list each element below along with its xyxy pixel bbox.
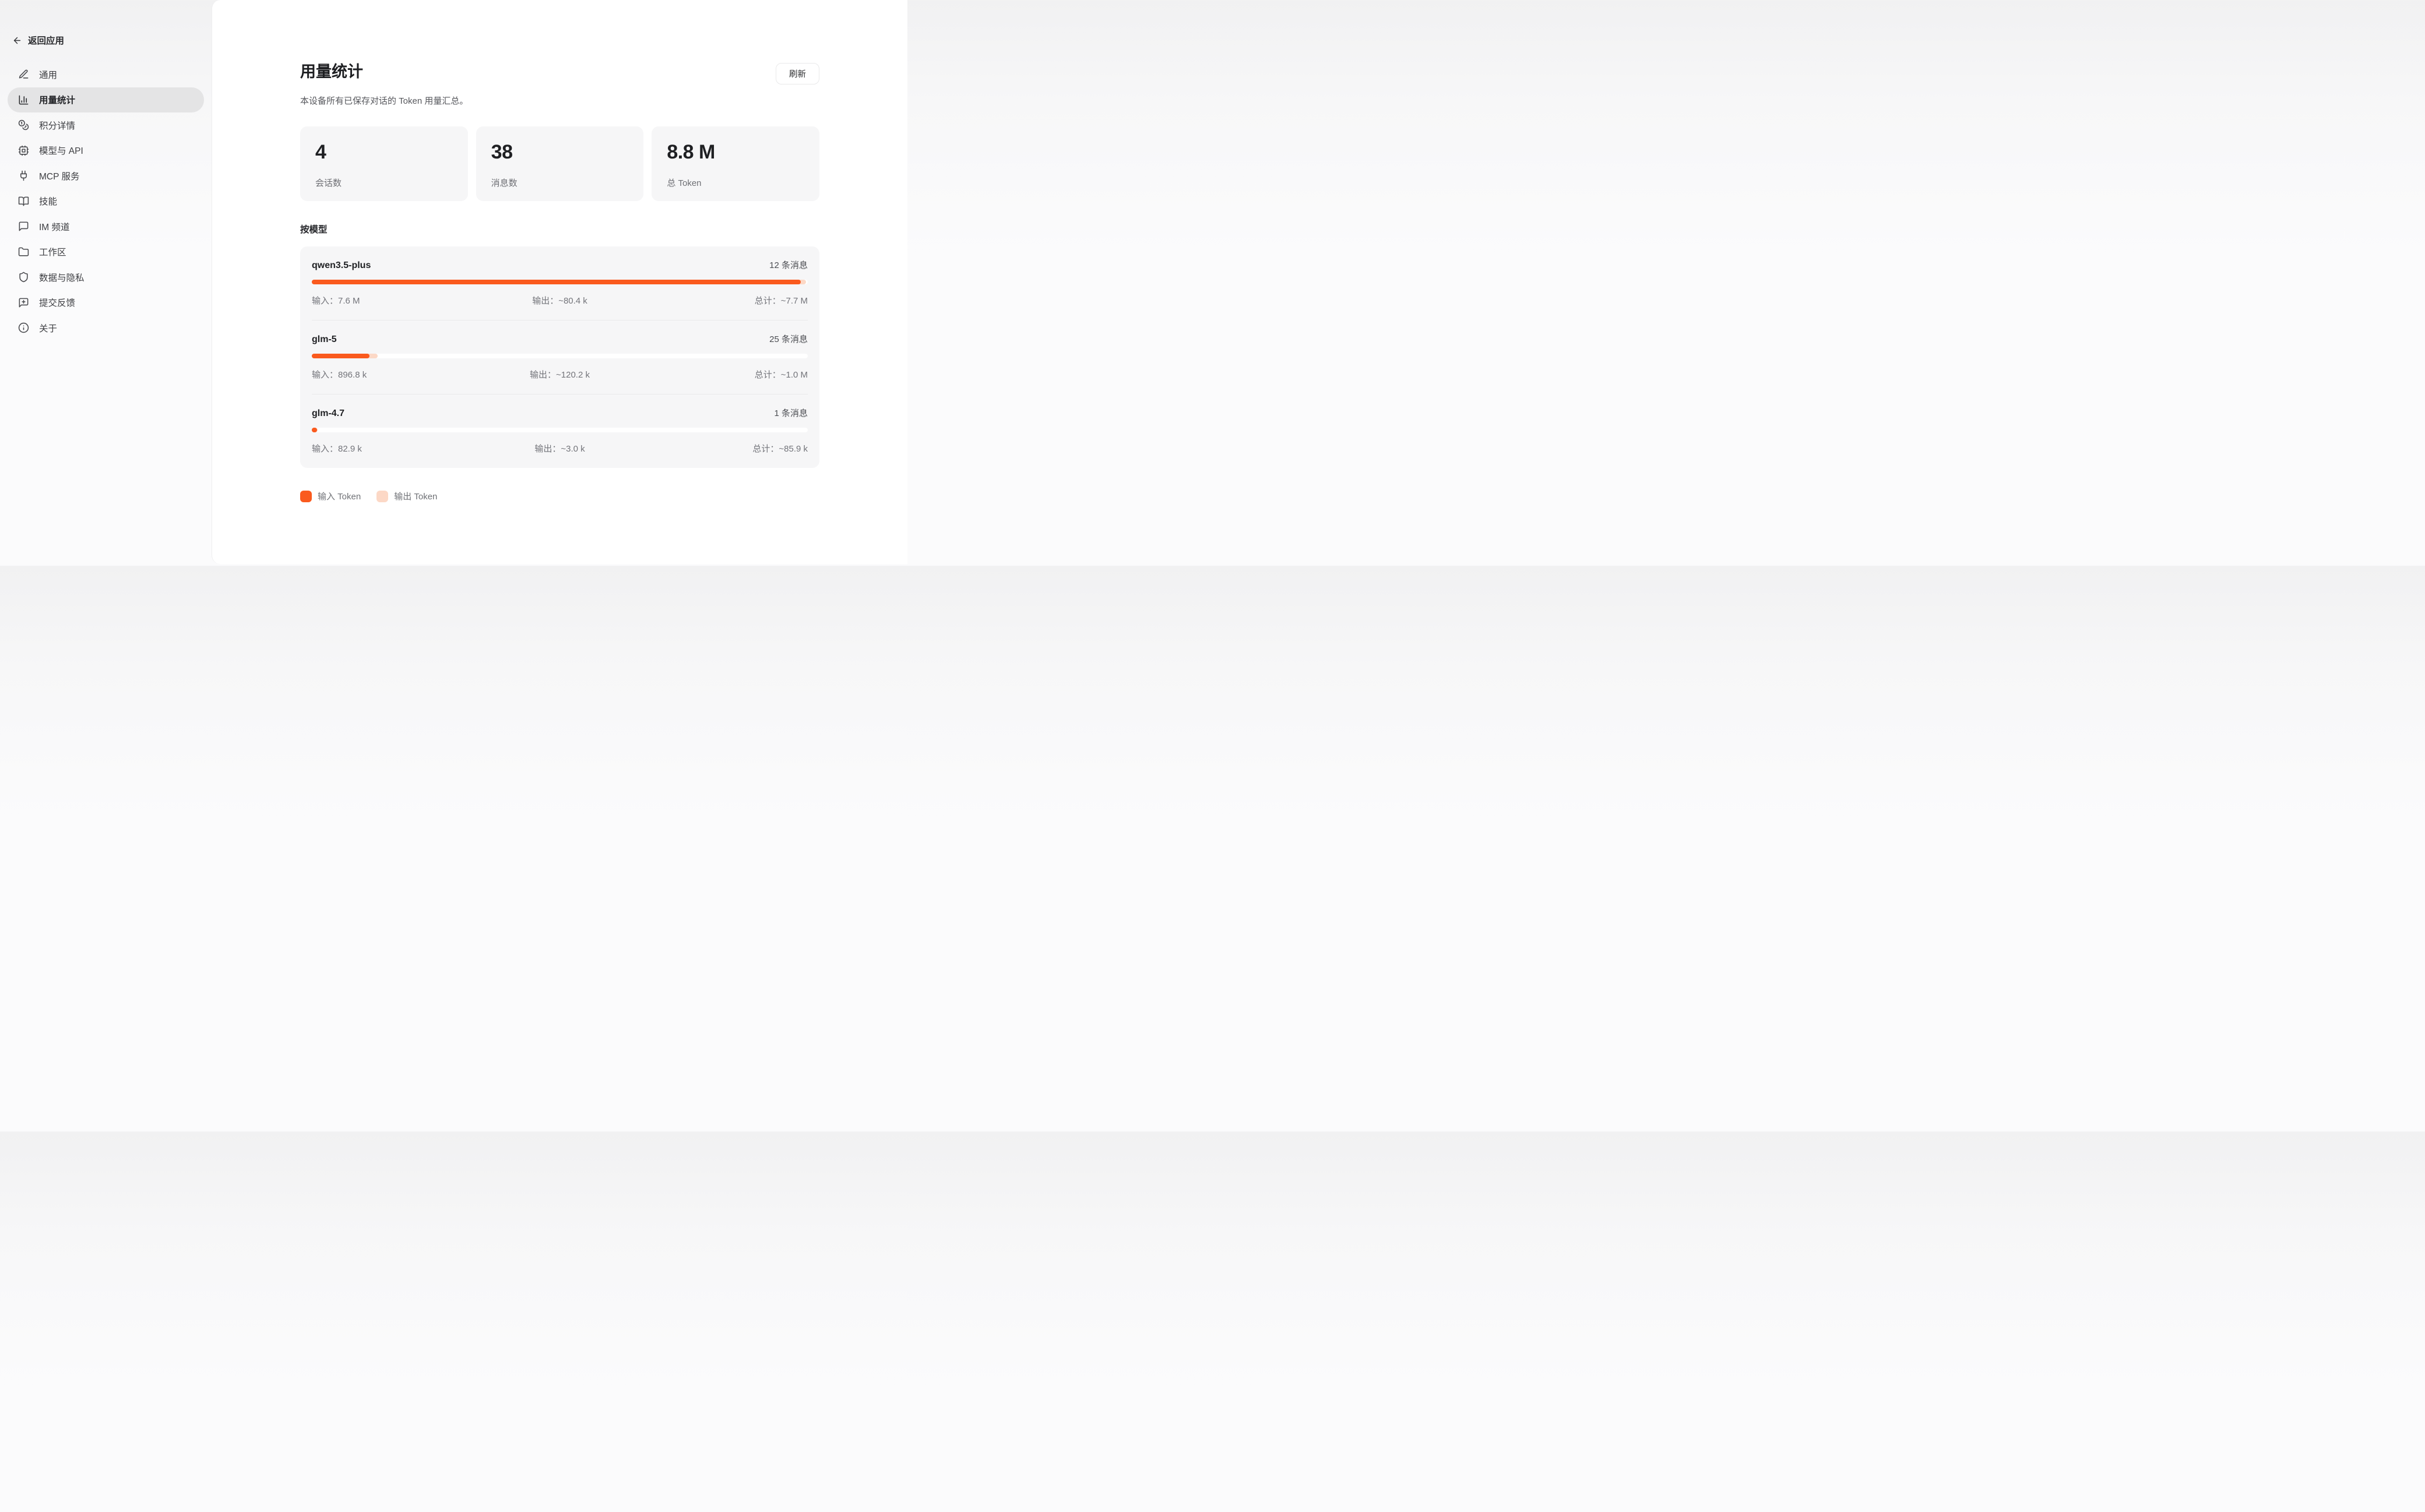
book-icon <box>17 195 29 207</box>
arrow-left-icon <box>12 36 22 45</box>
input-tokens-stat: 输入：896.8 k <box>312 368 477 380</box>
output-tokens-stat: 输出：~120.2 k <box>477 368 643 380</box>
stat-label: 消息数 <box>491 177 629 189</box>
model-name: glm-5 <box>312 334 337 345</box>
stat-value: 38 <box>491 142 629 162</box>
total-tokens-stat: 总计：~85.9 k <box>642 442 808 454</box>
legend-label: 输入 Token <box>318 490 361 502</box>
sidebar-item-label: MCP 服务 <box>39 170 79 182</box>
stat-card-messages: 38 消息数 <box>476 126 644 201</box>
stat-card-total-tokens: 8.8 M 总 Token <box>652 126 819 201</box>
stat-value: 8.8 M <box>667 142 804 162</box>
sidebar-item-label: 模型与 API <box>39 144 83 157</box>
sidebar-item-credits[interactable]: 积分详情 <box>8 112 204 138</box>
back-to-app-button[interactable]: 返回应用 <box>12 34 212 47</box>
output-tokens-stat: 输出：~80.4 k <box>477 294 643 306</box>
shield-icon <box>17 272 29 283</box>
bar-legend: 输入 Token 输出 Token <box>300 490 819 502</box>
sidebar-nav: 通用 用量统计 积分详情 模型与 API MCP 服务 <box>0 62 212 341</box>
output-tokens-stat: 输出：~3.0 k <box>477 442 643 454</box>
sidebar-item-label: 关于 <box>39 322 57 334</box>
page-subtitle: 本设备所有已保存对话的 Token 用量汇总。 <box>300 94 819 107</box>
chat-icon <box>17 221 29 232</box>
output-token-swatch <box>376 491 388 502</box>
input-tokens-stat: 输入：82.9 k <box>312 442 477 454</box>
plug-icon <box>17 170 29 182</box>
sidebar-item-workspace[interactable]: 工作区 <box>8 239 204 265</box>
input-token-bar-segment <box>312 354 369 358</box>
sidebar-item-about[interactable]: 关于 <box>8 315 204 341</box>
stat-card-sessions: 4 会话数 <box>300 126 468 201</box>
token-usage-bar <box>312 280 808 284</box>
model-message-count: 1 条消息 <box>774 407 808 419</box>
refresh-button[interactable]: 刷新 <box>776 63 819 84</box>
sidebar-item-general[interactable]: 通用 <box>8 62 204 87</box>
total-tokens-stat: 总计：~7.7 M <box>642 294 808 306</box>
page-title: 用量统计 <box>300 63 363 81</box>
model-message-count: 25 条消息 <box>769 333 808 345</box>
info-icon <box>17 322 29 334</box>
feedback-icon <box>17 297 29 308</box>
chip-icon <box>17 144 29 156</box>
pencil-icon <box>17 69 29 80</box>
model-message-count: 12 条消息 <box>769 259 808 271</box>
folder-icon <box>17 246 29 258</box>
model-usage-row: qwen3.5-plus 12 条消息 输入：7.6 M 输出：~80.4 k … <box>312 246 808 320</box>
sidebar-item-data-privacy[interactable]: 数据与隐私 <box>8 265 204 290</box>
model-usage-row: glm-5 25 条消息 输入：896.8 k 输出：~120.2 k 总计：~… <box>312 320 808 394</box>
bar-chart-icon <box>17 94 29 105</box>
sidebar-item-label: 工作区 <box>39 245 66 258</box>
sidebar-item-label: IM 频道 <box>39 220 70 233</box>
model-usage-row: glm-4.7 1 条消息 输入：82.9 k 输出：~3.0 k 总计：~85… <box>312 394 808 468</box>
sidebar-item-label: 数据与隐私 <box>39 271 85 284</box>
input-tokens-stat: 输入：7.6 M <box>312 294 477 306</box>
legend-item-output: 输出 Token <box>376 490 437 502</box>
legend-label: 输出 Token <box>394 490 437 502</box>
settings-sidebar: 返回应用 通用 用量统计 积分详情 模型与 API <box>0 0 212 566</box>
sidebar-item-feedback[interactable]: 提交反馈 <box>8 290 204 316</box>
sidebar-item-label: 技能 <box>39 195 57 207</box>
sidebar-item-label: 积分详情 <box>39 119 75 132</box>
token-usage-bar <box>312 354 808 358</box>
coins-icon <box>17 119 29 131</box>
sidebar-item-label: 通用 <box>39 68 57 81</box>
sidebar-item-skills[interactable]: 技能 <box>8 189 204 214</box>
legend-item-input: 输入 Token <box>300 490 361 502</box>
input-token-swatch <box>300 491 312 502</box>
sidebar-item-im-channels[interactable]: IM 频道 <box>8 214 204 239</box>
by-model-card: qwen3.5-plus 12 条消息 输入：7.6 M 输出：~80.4 k … <box>300 246 819 468</box>
total-tokens-stat: 总计：~1.0 M <box>642 368 808 380</box>
sidebar-item-label: 用量统计 <box>39 93 75 106</box>
model-name: qwen3.5-plus <box>312 260 371 271</box>
sidebar-item-usage-stats[interactable]: 用量统计 <box>8 87 204 113</box>
main-panel: 用量统计 刷新 本设备所有已保存对话的 Token 用量汇总。 4 会话数 38… <box>212 0 907 564</box>
back-to-app-label: 返回应用 <box>28 34 64 47</box>
input-token-bar-segment <box>312 280 801 284</box>
model-name: glm-4.7 <box>312 408 344 419</box>
sidebar-item-mcp[interactable]: MCP 服务 <box>8 163 204 189</box>
stat-label: 会话数 <box>315 177 453 189</box>
sidebar-item-models-api[interactable]: 模型与 API <box>8 138 204 164</box>
sidebar-item-label: 提交反馈 <box>39 296 75 309</box>
stat-value: 4 <box>315 142 453 162</box>
by-model-heading: 按模型 <box>300 223 819 235</box>
summary-cards: 4 会话数 38 消息数 8.8 M 总 Token <box>300 126 819 201</box>
stat-label: 总 Token <box>667 177 804 189</box>
token-usage-bar <box>312 428 808 432</box>
